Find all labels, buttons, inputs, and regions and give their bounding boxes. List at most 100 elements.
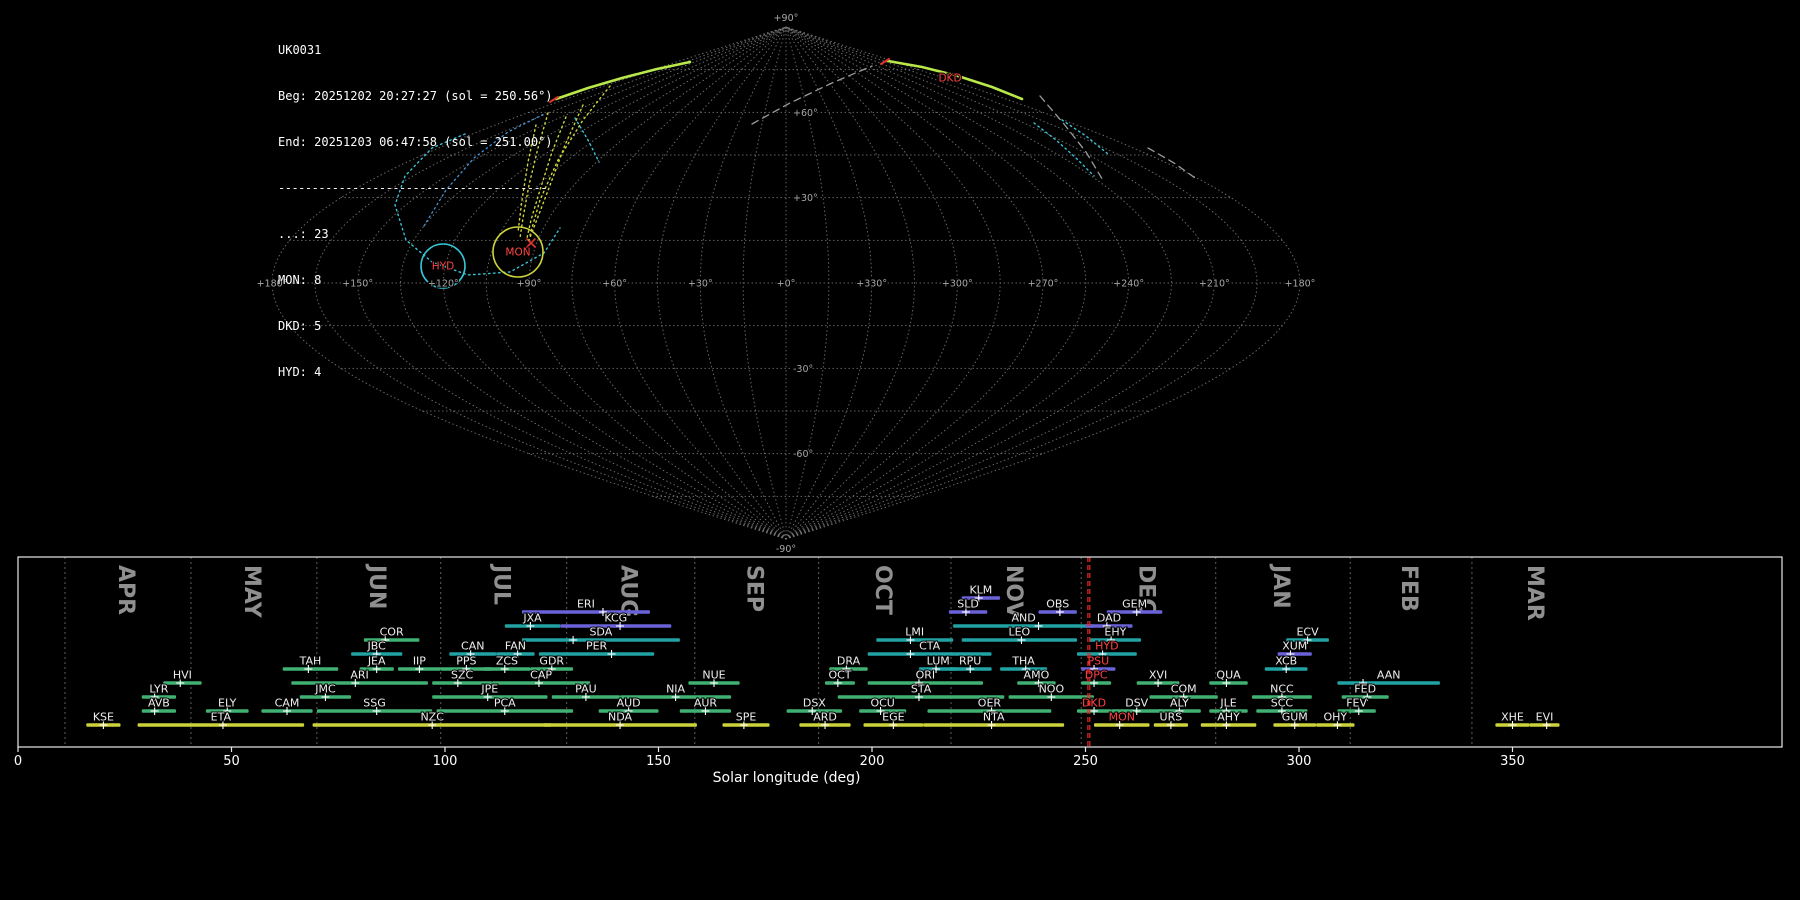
shower-label-and: AND xyxy=(1011,612,1035,625)
shower-label-ori: ORI xyxy=(916,669,936,682)
shower-label-nia: NIA xyxy=(666,683,685,696)
shower-label-jmc: JMC xyxy=(314,683,336,696)
meteor-arc-1 xyxy=(554,60,692,101)
month-label-feb: FEB xyxy=(1396,565,1421,612)
shower-label-qua: QUA xyxy=(1216,669,1241,682)
shower-label-fev: FEV xyxy=(1346,697,1367,710)
lon-label-9: +270° xyxy=(1028,279,1059,290)
shower-label-aan: AAN xyxy=(1377,669,1401,682)
shower-label-can: CAN xyxy=(461,640,484,653)
shower-label-evi: EVI xyxy=(1536,711,1554,724)
lon-label-5: +30° xyxy=(688,279,713,290)
shower-label-cta: CTA xyxy=(919,640,941,653)
obs-begin: Beg: 20251202 20:27:27 (sol = 250.56°) xyxy=(278,88,553,103)
lon-label-12: +180° xyxy=(1285,279,1316,290)
lon-label-8: +300° xyxy=(942,279,973,290)
shower-label-kcg: KCG xyxy=(604,612,627,625)
x-tick-label-150: 150 xyxy=(646,754,671,769)
lon-label-4: +60° xyxy=(602,279,627,290)
meteor-radiant-screen: HYD MON DKD +180° +150° +120° +90° +60° +30° +0° +… xyxy=(0,0,1800,900)
shower-label-pps: PPS xyxy=(456,655,476,668)
shower-label-gem: GEM xyxy=(1122,598,1147,611)
shower-label-xvi: XVI xyxy=(1149,669,1167,682)
shower-label-ege: EGE xyxy=(882,711,904,724)
shower-label-per: PER xyxy=(586,640,608,653)
trail-c2 xyxy=(1033,122,1095,177)
lat-label-0: +60° xyxy=(793,108,818,119)
shower-label-obs: OBS xyxy=(1046,598,1069,611)
shower-label-ncc: NCC xyxy=(1270,683,1294,696)
x-tick-label-0: 0 xyxy=(14,754,22,769)
shower-label-aud: AUD xyxy=(617,697,641,710)
shower-label-ssg: SSG xyxy=(363,697,386,710)
shower-label-lyr: LYR xyxy=(149,683,168,696)
station-id: UK0031 xyxy=(278,42,322,57)
shower-label-com: COM xyxy=(1171,683,1197,696)
shower-label-tha: THA xyxy=(1011,655,1035,668)
shower-label-jbc: JBC xyxy=(367,640,387,653)
shower-label-ocu: OCU xyxy=(870,697,894,710)
timeline-axes: 0 50 100 150 200 250 300 350 Solar longitude (de… xyxy=(14,556,1783,786)
shower-label-jea: JEA xyxy=(367,655,386,668)
shower-label-gum: GUM xyxy=(1282,711,1308,724)
x-axis-title: Solar longitude (deg) xyxy=(713,770,861,786)
shower-label-cor: COR xyxy=(380,626,404,639)
count-sporadic: ...: 23 xyxy=(278,227,329,242)
lat-label-1: +30° xyxy=(793,193,818,204)
month-label-jun: JUN xyxy=(364,563,389,609)
shower-label-psu: PSU xyxy=(1087,655,1109,668)
lat-label-3: -60° xyxy=(793,449,813,460)
shower-label-rpu: RPU xyxy=(959,655,981,668)
count-hyd: HYD: 4 xyxy=(278,365,322,380)
shower-label-pca: PCA xyxy=(494,697,516,710)
shower-label-eri: ERI xyxy=(577,598,595,611)
month-label-aug: AUG xyxy=(616,565,641,617)
x-tick-label-200: 200 xyxy=(860,754,885,769)
month-label-apr: APR xyxy=(113,565,138,615)
shower-label-cap: CAP xyxy=(530,669,552,682)
shower-label-avb: AVB xyxy=(148,697,170,710)
x-tick-label-250: 250 xyxy=(1073,754,1098,769)
shower-label-amo: AMO xyxy=(1024,669,1050,682)
lat-label-2: -30° xyxy=(793,364,813,375)
shower-label-pau: PAU xyxy=(575,683,597,696)
obs-end: End: 20251203 06:47:58 (sol = 251.00°) xyxy=(278,134,553,149)
month-label-may: MAY xyxy=(239,565,264,619)
shower-bar-kcg xyxy=(560,624,672,628)
shower-label-nda: NDA xyxy=(608,711,633,724)
shower-label-kse: KSE xyxy=(93,711,114,724)
month-label-sep: SEP xyxy=(742,565,767,612)
shower-label-aly: ALY xyxy=(1170,697,1189,710)
shower-label-dra: DRA xyxy=(837,655,861,668)
shower-label-urs: URS xyxy=(1160,711,1183,724)
shower-label-ely: ELY xyxy=(218,697,237,710)
trail-d2 xyxy=(1039,95,1105,183)
shower-label-jle: JLE xyxy=(1219,697,1236,710)
shower-label-oct: OCT xyxy=(828,669,851,682)
shower-label-hvi: HVI xyxy=(173,669,192,682)
lon-label-11: +210° xyxy=(1199,279,1230,290)
lon-label-6: +0° xyxy=(777,279,796,290)
shower-label-jpe: JPE xyxy=(480,683,498,696)
shower-label-dkd: DKD xyxy=(1082,697,1106,710)
shower-label-dsv: DSV xyxy=(1125,697,1148,710)
trail-d3 xyxy=(1147,147,1199,181)
month-label-jul: JUL xyxy=(489,563,514,605)
shower-label-ecv: ECV xyxy=(1296,626,1319,639)
shower-label-jxa: JXA xyxy=(522,612,542,625)
meridian xyxy=(785,26,916,540)
shower-label-eta: ETA xyxy=(211,711,232,724)
shower-label-iip: IIP xyxy=(413,655,426,668)
shower-label-lum: LUM xyxy=(927,655,950,668)
shower-label-scc: SCC xyxy=(1271,697,1294,710)
count-mon: MON: 8 xyxy=(278,273,322,288)
x-tick-label-50: 50 xyxy=(223,754,240,769)
shower-label-ohy: OHY xyxy=(1323,711,1347,724)
station-info: UK0031 Beg: 20251202 20:27:27 (sol = 250… xyxy=(278,12,553,411)
shower-label-nzc: NZC xyxy=(420,711,444,724)
month-label-oct: OCT xyxy=(870,565,895,615)
shower-label-hyd: HYD xyxy=(1095,640,1118,653)
shower-bar-ari xyxy=(291,681,428,685)
shower-label-gdr: GDR xyxy=(539,655,564,668)
shower-label-sld: SLD xyxy=(957,598,979,611)
